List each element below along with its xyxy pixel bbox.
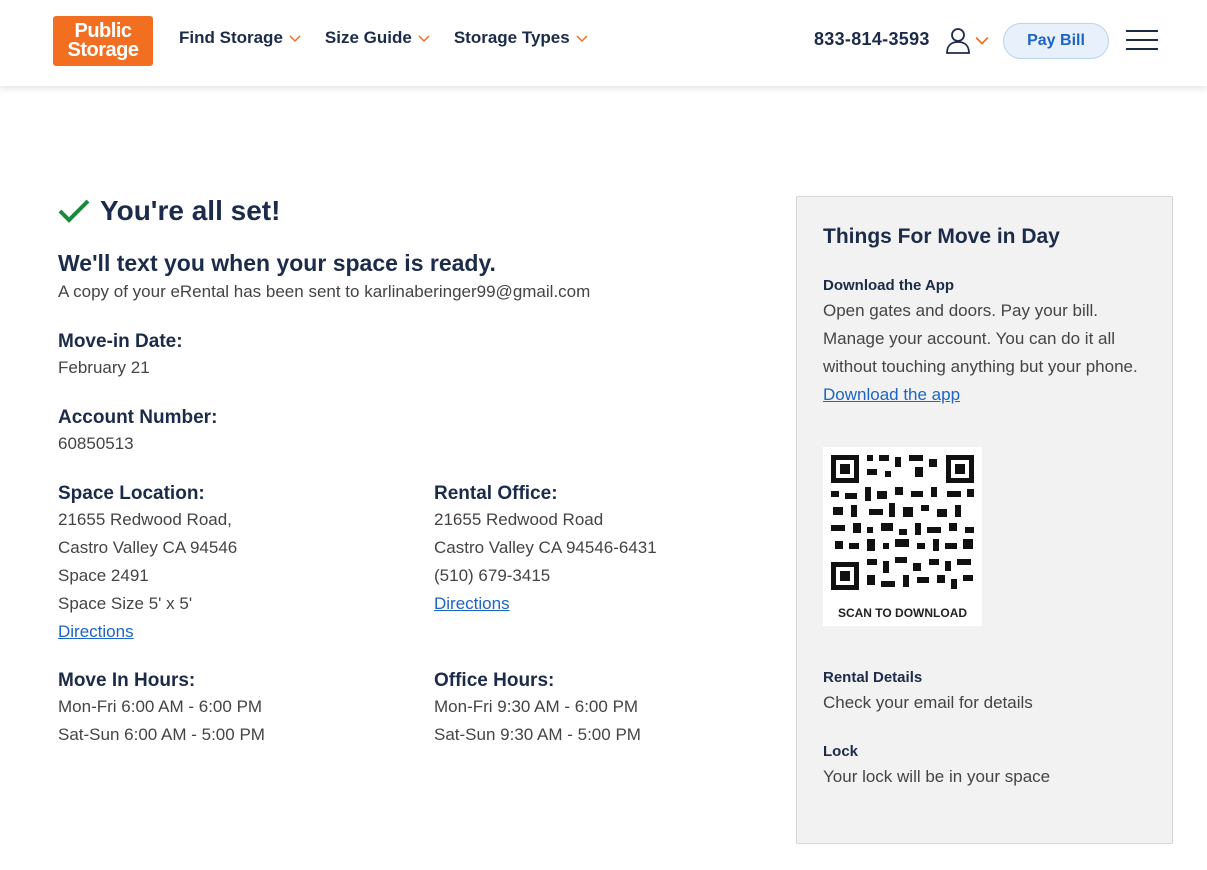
public-storage-logo[interactable]: Public Storage xyxy=(53,16,153,66)
move-in-hours-weekend: Sat-Sun 6:00 AM - 5:00 PM xyxy=(58,725,265,744)
chevron-down-icon xyxy=(289,35,301,43)
download-app-label: Download the App xyxy=(823,277,955,294)
space-address-line1: 21655 Redwood Road, xyxy=(58,510,232,529)
site-header: Public Storage Find Storage Size Guide S… xyxy=(0,0,1207,86)
office-hours-label: Office Hours: xyxy=(434,670,555,691)
rental-office: Rental Office: 21655 Redwood Road Castro… xyxy=(434,482,774,618)
account-number-value: 60850513 xyxy=(58,434,134,453)
chevron-down-icon xyxy=(975,37,989,45)
move-in-value: February 21 xyxy=(58,358,150,377)
email-note: A copy of your eRental has been sent to … xyxy=(58,282,591,301)
chevron-down-icon xyxy=(418,35,430,43)
account-number-label: Account Number: xyxy=(58,407,218,428)
office-hours-weekend: Sat-Sun 9:30 AM - 5:00 PM xyxy=(434,725,641,744)
hamburger-menu-icon[interactable] xyxy=(1126,30,1158,52)
nav-find-storage[interactable]: Find Storage xyxy=(179,28,301,48)
confirmation-heading: You're all set! xyxy=(58,195,280,227)
menu-line xyxy=(1126,48,1158,50)
user-icon xyxy=(946,28,970,54)
space-directions-link[interactable]: Directions xyxy=(58,618,418,646)
download-app-description: Open gates and doors. Pay your bill. Man… xyxy=(823,301,1138,376)
rental-details-label: Rental Details xyxy=(823,669,923,686)
office-hours: Office Hours: Mon-Fri 9:30 AM - 6:00 PM … xyxy=(434,669,774,749)
move-in-hours-label: Move In Hours: xyxy=(58,670,196,691)
nav-label: Find Storage xyxy=(179,28,283,47)
chevron-down-icon xyxy=(576,35,588,43)
move-in-label: Move-in Date: xyxy=(58,331,183,352)
sidebar-title: Things For Move in Day xyxy=(823,225,1060,248)
all-set-row: You're all set! xyxy=(58,195,280,227)
office-address-line2: Castro Valley CA 94546-6431 xyxy=(434,538,657,557)
checkmark-icon xyxy=(58,199,90,223)
lock-label: Lock xyxy=(823,743,859,760)
move-in-hours: Move In Hours: Mon-Fri 6:00 AM - 6:00 PM… xyxy=(58,669,418,749)
page-title: You're all set! xyxy=(100,195,281,226)
office-address-line1: 21655 Redwood Road xyxy=(434,510,604,529)
rental-office-label: Rental Office: xyxy=(434,483,558,504)
pay-bill-button[interactable]: Pay Bill xyxy=(1003,23,1109,59)
menu-line xyxy=(1126,30,1158,32)
menu-line xyxy=(1126,39,1158,41)
qr-code-icon xyxy=(829,453,976,593)
move-in-hours-weekday: Mon-Fri 6:00 AM - 6:00 PM xyxy=(58,697,263,716)
move-day-sidebar: Things For Move in Day Download the App … xyxy=(796,196,1173,844)
office-phone: (510) 679-3415 xyxy=(434,566,551,585)
rental-details-text: Check your email for details xyxy=(823,693,1033,712)
download-app-text: Open gates and doors. Pay your bill. Man… xyxy=(823,297,1143,409)
office-hours-weekday: Mon-Fri 9:30 AM - 6:00 PM xyxy=(434,697,639,716)
office-directions-link[interactable]: Directions xyxy=(434,590,774,618)
lock-text: Your lock will be in your space xyxy=(823,767,1051,786)
main-nav: Find Storage Size Guide Storage Types xyxy=(179,28,612,48)
qr-code-image[interactable]: SCAN TO DOWNLOAD xyxy=(823,447,982,626)
space-location: Space Location: 21655 Redwood Road, Cast… xyxy=(58,482,418,646)
qr-caption: SCAN TO DOWNLOAD xyxy=(837,606,968,620)
phone-link[interactable]: 833-814-3593 xyxy=(814,29,930,50)
nav-label: Storage Types xyxy=(453,28,570,47)
nav-storage-types[interactable]: Storage Types xyxy=(454,28,588,48)
space-size: Space Size 5' x 5' xyxy=(58,594,193,613)
nav-size-guide[interactable]: Size Guide xyxy=(325,28,430,48)
ready-subtitle: We'll text you when your space is ready. xyxy=(58,250,496,276)
account-menu[interactable] xyxy=(946,26,989,54)
logo-line2: Storage xyxy=(67,39,139,61)
space-address-line2: Castro Valley CA 94546 xyxy=(58,538,238,557)
space-number: Space 2491 xyxy=(58,566,149,585)
download-app-link[interactable]: Download the app xyxy=(823,385,960,404)
nav-label: Size Guide xyxy=(324,28,412,47)
space-location-label: Space Location: xyxy=(58,483,205,504)
